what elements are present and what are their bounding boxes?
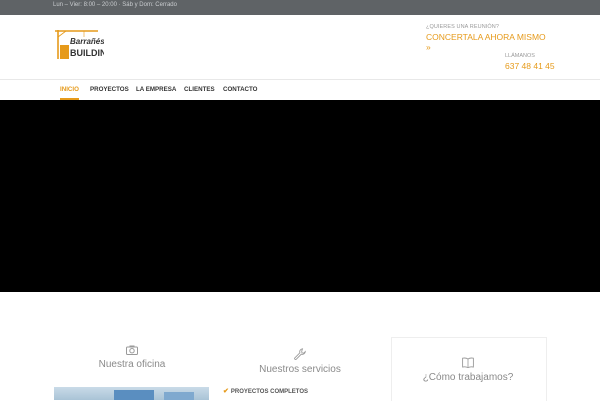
nav-item-la-empresa[interactable]: LA EMPRESA	[136, 80, 176, 100]
feature-title: ¿Cómo trabajamos?	[422, 372, 514, 383]
logo-graphic: Barrañés BUILDING	[55, 30, 114, 59]
nav-item-contacto[interactable]: CONTACTO	[223, 80, 258, 100]
site-header: Barrañés BUILDING ¿QUIERES UNA REUNIÓN? …	[0, 15, 600, 79]
camera-icon	[126, 345, 138, 355]
phone-number[interactable]: 637 48 41 45	[505, 61, 555, 71]
service-list-item: ✔ PROYECTOS COMPLETOS	[223, 387, 308, 395]
meeting-question: ¿QUIERES UNA REUNIÓN?	[426, 24, 500, 30]
meeting-cta: ¿QUIERES UNA REUNIÓN? CONCERTALA AHORA M…	[426, 24, 546, 52]
check-icon: ✔	[223, 388, 229, 395]
book-icon	[462, 357, 474, 368]
brand-logo[interactable]: Barrañés BUILDING	[54, 27, 114, 61]
top-bar: Lun – Vier: 8:00 – 20:00 · Sáb y Dom: Ce…	[0, 0, 600, 15]
office-photo-detail	[114, 390, 154, 400]
logo-wordmark-top: Barrañés	[70, 37, 104, 46]
phone-block: LLÁMANOS 637 48 41 45	[505, 53, 555, 71]
feature-title: Nuestros servicios	[259, 364, 341, 375]
meeting-link[interactable]: CONCERTALA AHORA MISMO »	[426, 32, 546, 52]
feature-services: Nuestros servicios	[250, 348, 350, 375]
wrench-icon	[294, 348, 306, 360]
hero-slider[interactable]	[0, 100, 600, 292]
opening-hours: Lun – Vier: 8:00 – 20:00 · Sáb y Dom: Ce…	[53, 2, 177, 8]
feature-office: Nuestra oficina	[82, 345, 182, 370]
feature-title: Nuestra oficina	[98, 359, 166, 370]
call-label: LLÁMANOS	[505, 53, 535, 59]
office-photo	[54, 387, 209, 400]
office-photo-detail	[164, 392, 194, 400]
nav-item-inicio[interactable]: INICIO	[60, 80, 79, 100]
nav-item-clientes[interactable]: CLIENTES	[184, 80, 215, 100]
logo-wordmark-bottom: BUILDING	[70, 48, 104, 58]
nav-item-proyectos[interactable]: PROYECTOS	[90, 80, 129, 100]
feature-how-we-work: ¿Cómo trabajamos?	[418, 357, 518, 383]
service-label: PROYECTOS COMPLETOS	[230, 389, 308, 395]
main-nav: INICIO PROYECTOS LA EMPRESA CLIENTES CON…	[0, 79, 600, 100]
